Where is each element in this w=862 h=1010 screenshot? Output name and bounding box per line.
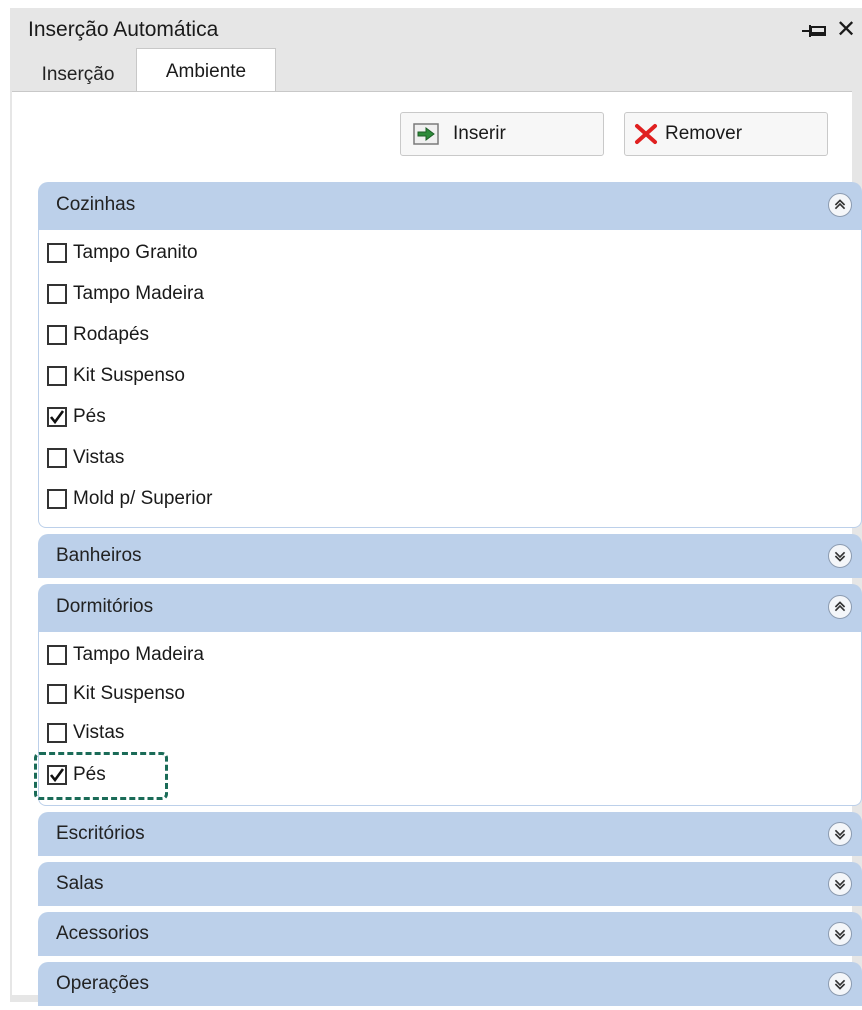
group-header-escritorios[interactable]: Escritórios — [38, 812, 862, 856]
checkbox[interactable] — [47, 489, 67, 509]
checkbox-item[interactable]: Rodapés — [47, 320, 149, 350]
checkbox-label: Vistas — [73, 722, 125, 743]
group-label: Operações — [56, 973, 149, 994]
insert-arrow-icon — [413, 123, 439, 145]
checkbox-label: Tampo Madeira — [73, 644, 204, 665]
pin-icon[interactable] — [802, 22, 828, 40]
collapse-chevron-icon[interactable] — [828, 193, 852, 217]
group-label: Banheiros — [56, 545, 142, 566]
insert-button[interactable]: Inserir — [400, 112, 604, 156]
checkbox-item[interactable]: Tampo Granito — [47, 238, 198, 268]
group-header-dormitorios[interactable]: Dormitórios — [38, 584, 862, 632]
group-label: Cozinhas — [56, 194, 136, 215]
expand-chevron-icon[interactable] — [828, 872, 852, 896]
group-label: Acessorios — [56, 923, 149, 944]
checkbox[interactable] — [47, 284, 67, 304]
insert-button-label: Inserir — [453, 123, 506, 144]
checkbox-item[interactable]: Pés — [47, 760, 106, 790]
checkbox[interactable] — [47, 366, 67, 386]
expand-chevron-icon[interactable] — [828, 544, 852, 568]
checkbox-label: Tampo Madeira — [73, 283, 204, 304]
checkbox[interactable] — [47, 684, 67, 704]
checkbox-item[interactable]: Tampo Madeira — [47, 640, 204, 670]
checkbox-checked[interactable] — [47, 765, 67, 785]
group-header-salas[interactable]: Salas — [38, 862, 862, 906]
checkbox[interactable] — [47, 448, 67, 468]
remove-button-label: Remover — [665, 123, 743, 144]
checkbox-label: Vistas — [73, 447, 125, 468]
remove-x-icon — [635, 124, 657, 144]
checkbox[interactable] — [47, 325, 67, 345]
group-header-banheiros[interactable]: Banheiros — [38, 534, 862, 578]
group-header-acessorios[interactable]: Acessorios — [38, 912, 862, 956]
collapse-chevron-icon[interactable] — [828, 595, 852, 619]
group-label: Dormitórios — [56, 596, 154, 617]
checkbox-item[interactable]: Pés — [47, 402, 106, 432]
remove-button[interactable]: Remover — [624, 112, 828, 156]
checkbox-item[interactable]: Tampo Madeira — [47, 279, 204, 309]
checkmark-icon — [49, 410, 65, 425]
checkbox-item[interactable]: Kit Suspenso — [47, 361, 185, 391]
checkbox-label: Pés — [73, 406, 106, 427]
checkbox-checked[interactable] — [47, 407, 67, 427]
checkbox-item[interactable]: Kit Suspenso — [47, 679, 185, 709]
group-body-cozinhas: Tampo Granito Tampo Madeira Rodapés Kit … — [38, 230, 862, 528]
expand-chevron-icon[interactable] — [828, 922, 852, 946]
checkbox-label: Rodapés — [73, 324, 150, 345]
checkbox[interactable] — [47, 723, 67, 743]
group-label: Escritórios — [56, 823, 145, 844]
checkbox-label: Pés — [73, 764, 106, 785]
close-icon[interactable]: ✕ — [836, 18, 856, 42]
group-header-cozinhas[interactable]: Cozinhas — [38, 182, 862, 230]
checkbox-label: Kit Suspenso — [73, 683, 185, 704]
checkbox-item[interactable]: Vistas — [47, 718, 124, 748]
group-header-operacoes[interactable]: Operações — [38, 962, 862, 1006]
checkbox-label: Kit Suspenso — [73, 365, 185, 386]
checkbox[interactable] — [47, 243, 67, 263]
expand-chevron-icon[interactable] — [828, 972, 852, 996]
checkmark-icon — [49, 768, 65, 783]
checkbox-item[interactable]: Vistas — [47, 443, 124, 473]
checkbox-label: Mold p/ Superior — [73, 488, 213, 509]
panel-titlebar: Inserção Automática ✕ — [10, 8, 862, 52]
expand-chevron-icon[interactable] — [828, 822, 852, 846]
checkbox-item[interactable]: Mold p/ Superior — [47, 484, 212, 514]
checkbox-label: Tampo Granito — [73, 242, 198, 263]
checkbox[interactable] — [47, 645, 67, 665]
group-label: Salas — [56, 873, 104, 894]
group-body-dormitorios: Tampo Madeira Kit Suspenso Vistas Pés — [38, 632, 862, 806]
panel-title: Inserção Automática — [28, 18, 219, 41]
